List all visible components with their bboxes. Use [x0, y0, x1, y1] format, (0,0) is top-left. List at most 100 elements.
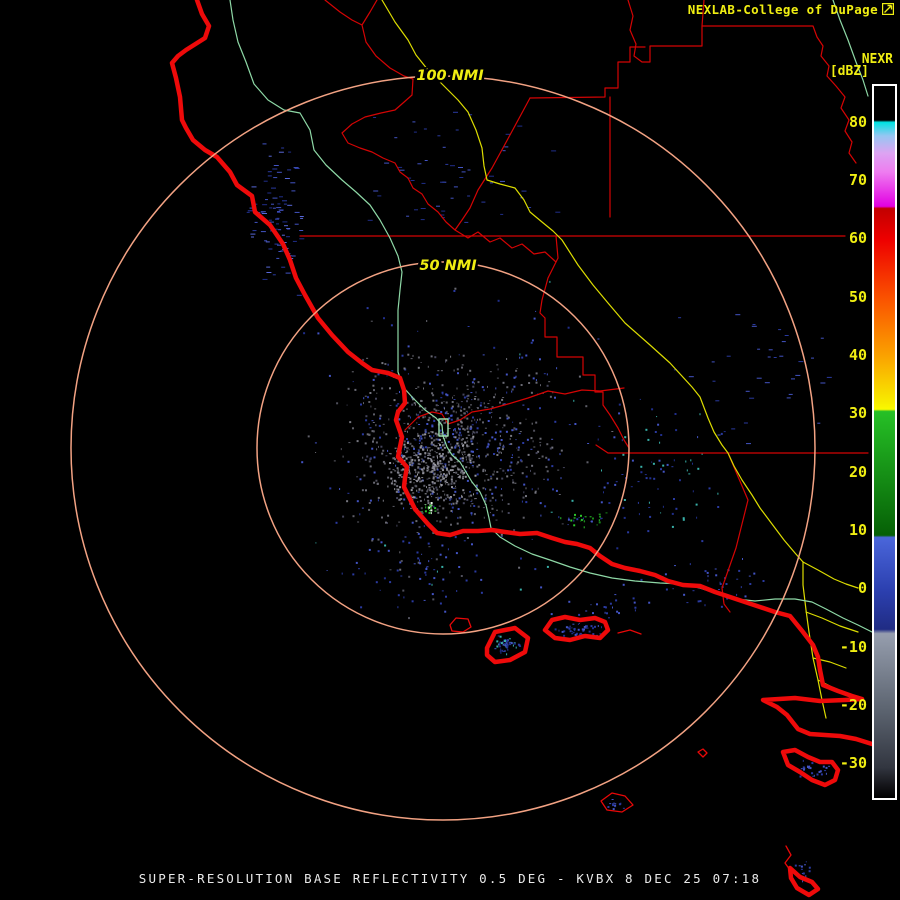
radar-echo-pixel — [472, 450, 474, 453]
radar-echo-pixel — [430, 507, 432, 510]
radar-echo-pixel — [410, 489, 413, 492]
radar-echo-pixel — [427, 506, 429, 507]
radar-echo-pixel — [412, 492, 415, 494]
radar-echo-pixel — [436, 479, 438, 482]
radar-echo-pixel — [519, 356, 521, 359]
radar-echo-pixel — [513, 529, 516, 532]
radar-echo-pixel — [453, 290, 456, 292]
radar-echo-pixel — [482, 354, 485, 356]
radar-echo-pixel — [659, 441, 661, 444]
radar-echo-pixel — [568, 424, 571, 426]
radar-echo-pixel — [453, 494, 456, 496]
radar-echo-pixel — [441, 210, 446, 212]
radar-echo-pixel — [658, 459, 661, 462]
radar-echo-pixel — [539, 407, 541, 410]
radar-echo-pixel — [372, 384, 375, 387]
radar-echo-pixel — [451, 486, 453, 489]
radar-echo-pixel — [580, 520, 582, 522]
radar-echo-pixel — [417, 471, 420, 474]
radar-echo-pixel — [387, 476, 390, 479]
radar-echo-pixel — [604, 611, 606, 614]
radar-echo-pixel — [419, 437, 421, 440]
radar-echo-pixel — [412, 354, 414, 357]
radar-echo-pixel — [474, 498, 477, 500]
radar-echo-pixel — [813, 774, 815, 777]
radar-echo-pixel — [442, 490, 445, 492]
radar-echo-pixel — [397, 469, 399, 472]
radar-echo-pixel — [748, 575, 751, 577]
radar-echo-pixel — [435, 399, 438, 402]
radar-echo-pixel — [426, 464, 429, 466]
radar-echo-pixel — [685, 460, 687, 463]
radar-echo-pixel — [518, 566, 521, 569]
radar-echo-pixel — [471, 521, 474, 524]
radar-echo-pixel — [431, 558, 433, 560]
radar-echo-pixel — [413, 452, 416, 454]
radar-echo-pixel — [439, 520, 442, 523]
radar-echo-pixel — [425, 568, 428, 570]
radar-echo-pixel — [456, 442, 459, 445]
radar-echo-pixel — [457, 444, 460, 447]
radar-echo-pixel — [403, 440, 406, 443]
radar-echo-pixel — [462, 473, 465, 475]
radar-echo-pixel — [506, 386, 509, 389]
radar-echo-pixel — [487, 385, 488, 388]
radar-echo-pixel — [315, 452, 317, 453]
radar-echo-pixel — [430, 437, 433, 440]
radar-echo-pixel — [403, 507, 405, 510]
radar-echo-pixel — [569, 625, 571, 628]
radar-echo-pixel — [791, 378, 795, 380]
radar-echo-pixel — [421, 480, 423, 483]
radar-echo-pixel — [476, 465, 479, 468]
radar-echo-pixel — [449, 469, 452, 472]
radar-echo-pixel — [674, 413, 677, 415]
radar-echo-pixel — [618, 412, 621, 415]
radar-echo-pixel — [420, 362, 422, 363]
radar-echo-pixel — [671, 512, 674, 515]
radar-echo-pixel — [414, 439, 417, 441]
radar-echo-pixel — [622, 583, 625, 586]
radar-echo-pixel — [583, 628, 585, 631]
radar-echo-pixel — [429, 489, 432, 492]
radar-echo-pixel — [507, 512, 510, 514]
radar-echo-pixel — [395, 404, 398, 407]
radar-echo-pixel — [585, 405, 588, 408]
radar-echo-pixel — [662, 470, 665, 473]
radar-echo-pixel — [802, 766, 805, 769]
radar-echo-pixel — [377, 499, 379, 502]
radar-echo-pixel — [409, 463, 411, 466]
radar-echo-pixel — [647, 530, 650, 533]
radar-echo-pixel — [460, 575, 463, 577]
radar-echo-pixel — [598, 519, 600, 522]
radar-echo-pixel — [411, 403, 414, 406]
radar-echo-pixel — [686, 469, 688, 472]
radar-echo-pixel — [436, 465, 439, 468]
colorbar-tick-label: 80 — [848, 113, 867, 131]
radar-echo-pixel — [557, 469, 560, 471]
radar-echo-pixel — [525, 501, 528, 504]
radar-echo-pixel — [633, 601, 636, 604]
radar-echo-pixel — [381, 516, 383, 519]
radar-echo-pixel — [565, 626, 568, 629]
radar-echo-pixel — [496, 454, 499, 456]
radar-echo-pixel — [461, 438, 464, 440]
radar-echo-pixel — [461, 364, 464, 366]
radar-echo-pixel — [301, 461, 304, 464]
radar-echo-pixel — [278, 151, 284, 153]
radar-echo-pixel — [452, 410, 455, 413]
radar-echo-pixel — [460, 401, 463, 403]
radar-echo-pixel — [351, 371, 354, 373]
radar-echo-pixel — [738, 569, 741, 572]
radar-echo-pixel — [494, 393, 496, 396]
radar-echo-pixel — [517, 461, 520, 464]
college-of-dupage-logo-icon — [882, 3, 894, 15]
radar-echo-pixel — [396, 467, 399, 470]
radar-echo-pixel — [811, 772, 814, 775]
radar-echo-pixel — [423, 387, 424, 390]
radar-echo-pixel — [608, 617, 610, 619]
radar-echo-pixel — [475, 554, 478, 557]
radar-echo-pixel — [453, 429, 455, 432]
radar-echo-pixel — [369, 392, 372, 394]
radar-echo-pixel — [800, 868, 803, 870]
radar-echo-pixel — [407, 373, 409, 375]
